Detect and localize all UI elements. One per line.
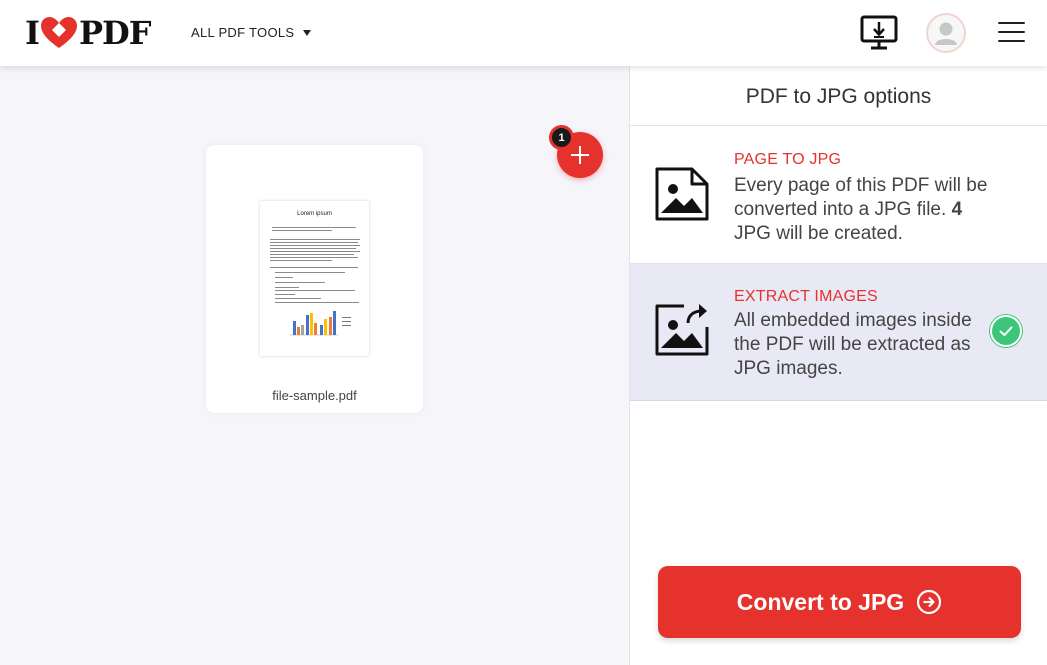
file-card[interactable]: Lorem ipsum file-sample.pdf — [206, 145, 423, 413]
image-file-icon — [655, 167, 709, 221]
thumbnail-title: Lorem ipsum — [297, 211, 332, 217]
selected-checkmark — [990, 315, 1022, 347]
option-page-to-jpg-title: PAGE TO JPG — [734, 151, 842, 168]
option-extract-images-title: EXTRACT IMAGES — [734, 288, 878, 305]
top-header: I PDF ALL PDF TOOLS — [0, 0, 1047, 66]
convert-to-jpg-button[interactable]: Convert to JPG — [658, 566, 1021, 638]
arrow-right-circle-icon — [917, 589, 942, 615]
logo-text-left: I — [25, 14, 40, 52]
jpg-count: 4 — [951, 199, 963, 220]
hamburger-menu-icon[interactable] — [998, 22, 1026, 44]
all-pdf-tools-label: ALL PDF TOOLS — [191, 25, 295, 40]
file-count-badge: 1 — [549, 125, 574, 150]
user-avatar-icon — [935, 22, 957, 45]
all-pdf-tools-menu[interactable]: ALL PDF TOOLS — [191, 25, 312, 40]
logo-text-right: PDF — [78, 14, 152, 52]
desktop-app-button[interactable] — [860, 15, 898, 51]
options-sidebar: PDF to JPG options PAGE TO JPG Every pag… — [629, 66, 1047, 665]
thumbnail-bar-chart — [290, 311, 351, 336]
convert-button-label: Convert to JPG — [736, 588, 905, 615]
option-page-to-jpg-desc: Every page of this PDF will be converted… — [734, 175, 988, 244]
file-workspace: Lorem ipsum file-sample.pdf 1 — [0, 66, 629, 665]
sidebar-title: PDF to JPG options — [630, 66, 1047, 126]
file-name-label: file-sample.pdf — [272, 388, 357, 403]
desktop-download-icon — [860, 15, 898, 50]
heart-logo-icon — [40, 17, 77, 48]
ilovepdf-logo[interactable]: I PDF — [25, 14, 152, 52]
pdf-thumbnail: Lorem ipsum — [260, 201, 369, 356]
checkmark-icon — [999, 326, 1013, 336]
user-avatar[interactable] — [926, 13, 966, 53]
option-extract-images[interactable]: EXTRACT IMAGES All embedded images insid… — [630, 264, 1047, 401]
image-share-icon — [655, 304, 709, 356]
option-page-to-jpg[interactable]: PAGE TO JPG Every page of this PDF will … — [630, 126, 1047, 264]
caret-down-icon — [303, 29, 312, 36]
option-extract-images-desc: All embedded images inside the PDF will … — [734, 310, 972, 379]
